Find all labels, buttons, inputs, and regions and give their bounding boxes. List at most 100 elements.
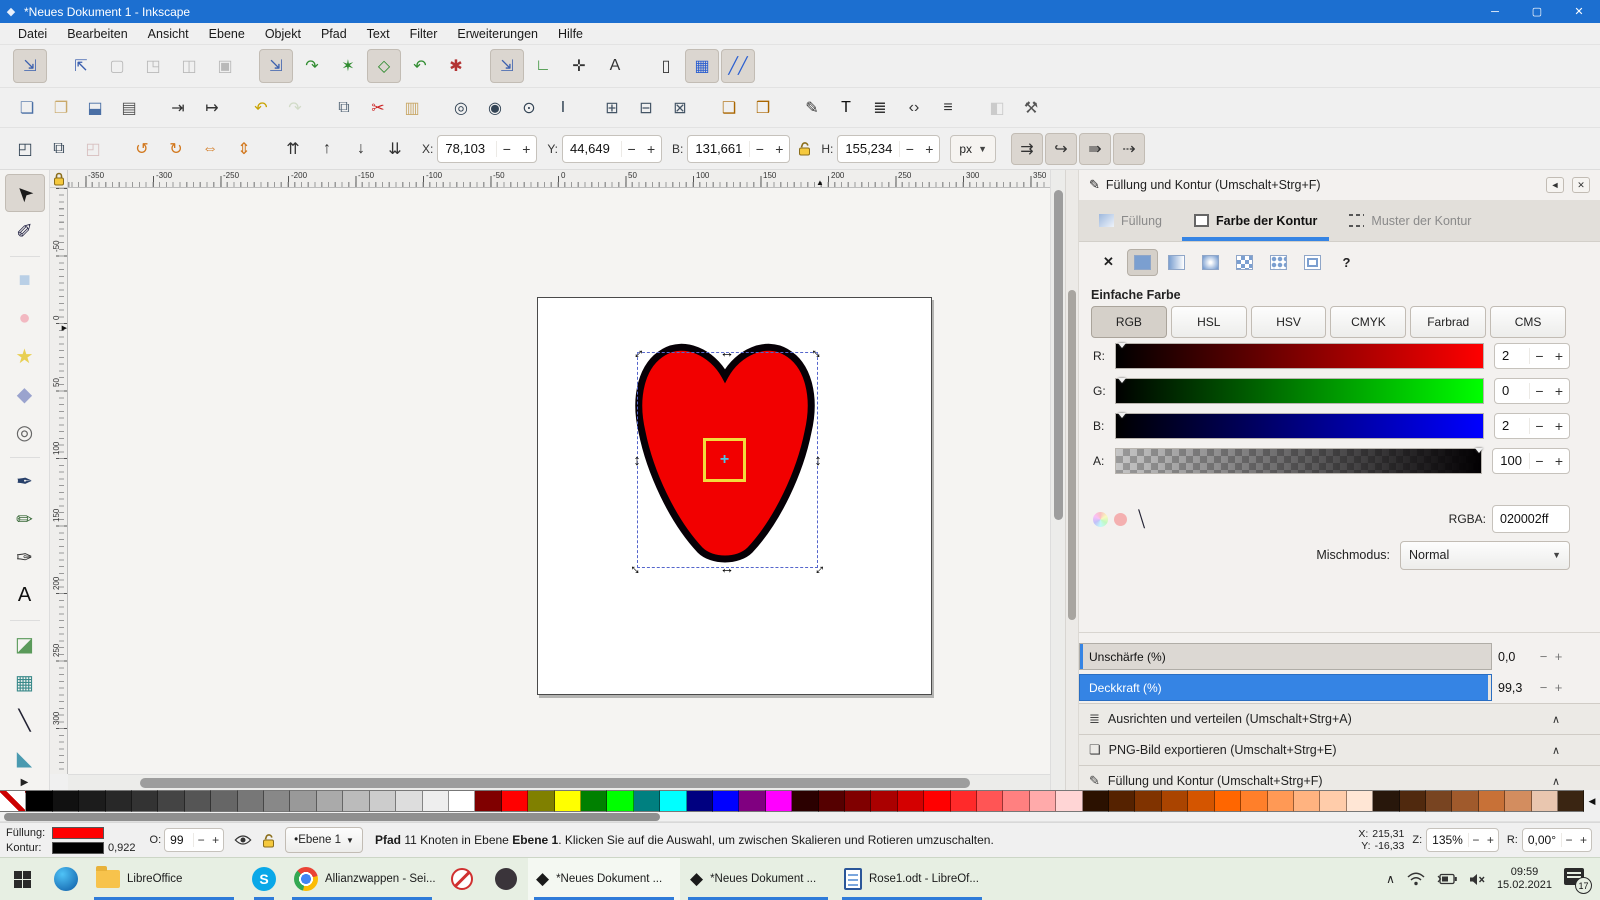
paint-swatch-button[interactable] xyxy=(1263,249,1294,276)
battery-icon[interactable] xyxy=(1437,873,1457,885)
blue-minus[interactable]: − xyxy=(1529,418,1549,434)
palette-swatch[interactable] xyxy=(449,790,475,812)
mesh-tool[interactable]: ▦ xyxy=(5,663,45,701)
palette-swatch[interactable] xyxy=(660,790,686,812)
vscrollbar-thumb[interactable] xyxy=(1054,190,1063,520)
eyedropper-icon[interactable]: ╲ xyxy=(1136,509,1148,528)
palette-swatch[interactable] xyxy=(555,790,581,812)
paint-help-button[interactable]: ? xyxy=(1331,249,1362,276)
export-png-button[interactable]: ↦ xyxy=(196,92,228,124)
stroke-color-chip[interactable] xyxy=(52,842,104,854)
palette-swatch[interactable] xyxy=(1347,790,1373,812)
selector-tool[interactable]: ➤ xyxy=(5,174,45,212)
scale-handle-s[interactable]: ↔ xyxy=(718,559,736,577)
palette-swatch[interactable] xyxy=(1294,790,1320,812)
canvas[interactable]: ↔ ↔ ↔ ↔ ↔ ↔ ↕ ↕ + xyxy=(68,188,1050,774)
width-minus[interactable]: − xyxy=(749,141,769,157)
snap-bbox-edges-button[interactable]: ▢ xyxy=(100,49,134,83)
scale-handle-n[interactable]: ↔ xyxy=(718,343,736,361)
taskbar-skype-button[interactable]: S xyxy=(242,858,286,900)
transform-stroke-toggle[interactable]: ⇉ xyxy=(1011,133,1043,165)
lower-button[interactable]: ↓ xyxy=(345,133,377,165)
dock-close-button[interactable]: ✕ xyxy=(1572,177,1590,193)
red-slider[interactable] xyxy=(1115,343,1484,369)
palette-swatch[interactable] xyxy=(607,790,633,812)
palette-swatch[interactable] xyxy=(26,790,52,812)
palette-swatch[interactable] xyxy=(528,790,554,812)
color-dot-icon[interactable] xyxy=(1114,513,1127,526)
snap-cusp-nodes-button[interactable]: ◇ xyxy=(367,49,401,83)
paste-button[interactable]: ▥ xyxy=(396,92,428,124)
color-wheel-icon[interactable] xyxy=(1093,512,1108,527)
green-slider[interactable] xyxy=(1115,378,1484,404)
start-button[interactable] xyxy=(0,858,44,900)
snap-nodes-button[interactable]: ⇲ xyxy=(259,49,293,83)
canvas-vscrollbar[interactable] xyxy=(1050,170,1065,790)
blue-slider[interactable] xyxy=(1115,413,1484,439)
taskbar-inkscape2-button[interactable]: ◆*Neues Dokument ... xyxy=(682,858,834,900)
menu-item[interactable]: Bearbeiten xyxy=(57,23,137,44)
lock-guides-button[interactable] xyxy=(50,170,68,188)
zoom-field[interactable]: 135%−+ xyxy=(1426,828,1499,852)
dock-scrollbar-thumb[interactable] xyxy=(1068,290,1076,620)
spiral-tool[interactable]: ◎ xyxy=(5,413,45,451)
palette-swatch[interactable] xyxy=(819,790,845,812)
raise-button[interactable]: ↑ xyxy=(311,133,343,165)
more-tools-arrow[interactable]: ▶ xyxy=(21,777,29,788)
green-minus[interactable]: − xyxy=(1529,383,1549,399)
chevron-up-icon[interactable]: ∧ xyxy=(1552,744,1560,757)
zoom-page-button[interactable]: ⊙ xyxy=(513,92,545,124)
palette-swatch[interactable] xyxy=(1320,790,1346,812)
palette-swatch[interactable] xyxy=(1452,790,1478,812)
palette-swatch[interactable] xyxy=(1083,790,1109,812)
scale-handle-w[interactable]: ↕ xyxy=(628,451,646,469)
snap-bbox-button[interactable]: ⇱ xyxy=(64,49,98,83)
preferences-button[interactable]: ⚒ xyxy=(1015,92,1047,124)
paint-unknown-button[interactable] xyxy=(1297,249,1328,276)
tab-fuellung[interactable]: Füllung xyxy=(1083,200,1178,241)
layer-dropdown[interactable]: • Ebene 1 ▼ xyxy=(285,827,363,853)
alpha-slider[interactable] xyxy=(1115,448,1482,474)
palette-swatch[interactable] xyxy=(502,790,528,812)
minimize-button[interactable]: ─ xyxy=(1474,0,1516,23)
palette-swatch[interactable] xyxy=(1241,790,1267,812)
snap-text-baseline-button[interactable]: A xyxy=(598,49,632,83)
paint-none-button[interactable]: ✕ xyxy=(1093,249,1124,276)
node-tool[interactable]: ✐ xyxy=(5,212,45,250)
palette-swatch[interactable] xyxy=(634,790,660,812)
text-tool[interactable]: A xyxy=(5,576,45,614)
palette-swatch[interactable] xyxy=(0,790,26,812)
snap-smooth-nodes-button[interactable]: ↶ xyxy=(403,49,437,83)
palette-swatch[interactable] xyxy=(924,790,950,812)
y-minus[interactable]: − xyxy=(621,141,641,157)
ellipse-tool[interactable]: ● xyxy=(5,299,45,337)
menu-item[interactable]: Datei xyxy=(8,23,57,44)
snap-bbox-centers-button[interactable]: ▣ xyxy=(208,49,242,83)
align-dialog-button[interactable]: ≡ xyxy=(932,92,964,124)
x-plus[interactable]: + xyxy=(516,141,536,157)
snap-object-centers-button[interactable]: ∟ xyxy=(526,49,560,83)
chevron-up-icon[interactable]: ∧ xyxy=(1552,775,1560,788)
close-button[interactable]: ✕ xyxy=(1558,0,1600,23)
palette-swatch[interactable] xyxy=(79,790,105,812)
opacity-minus[interactable]: − xyxy=(193,833,208,847)
raise-to-top-button[interactable]: ⇈ xyxy=(277,133,309,165)
opacity-value[interactable]: 99,3 xyxy=(1498,681,1536,695)
height-minus[interactable]: − xyxy=(899,141,919,157)
new-document-button[interactable]: ❏ xyxy=(11,92,43,124)
menu-item[interactable]: Erweiterungen xyxy=(447,23,548,44)
zoom-page-width-button[interactable]: I xyxy=(547,92,579,124)
height-field[interactable]: 155,234−+ xyxy=(837,135,940,163)
menu-item[interactable]: Ebene xyxy=(199,23,255,44)
rotation-center-box[interactable]: + xyxy=(703,438,746,482)
palette-swatch[interactable] xyxy=(1373,790,1399,812)
blur-slider[interactable]: Unschärfe (%) xyxy=(1079,643,1492,670)
palette-swatch[interactable] xyxy=(106,790,132,812)
palette-swatch[interactable] xyxy=(1003,790,1029,812)
blue-field[interactable]: 2−+ xyxy=(1494,413,1570,439)
tab-farbe-der-kontur[interactable]: Farbe der Kontur xyxy=(1178,200,1333,241)
palette-swatch[interactable] xyxy=(264,790,290,812)
blend-mode-dropdown[interactable]: Normal▼ xyxy=(1400,541,1570,570)
taskbar-clock[interactable]: 09:59 15.02.2021 xyxy=(1497,866,1552,892)
palette-swatch[interactable] xyxy=(1268,790,1294,812)
